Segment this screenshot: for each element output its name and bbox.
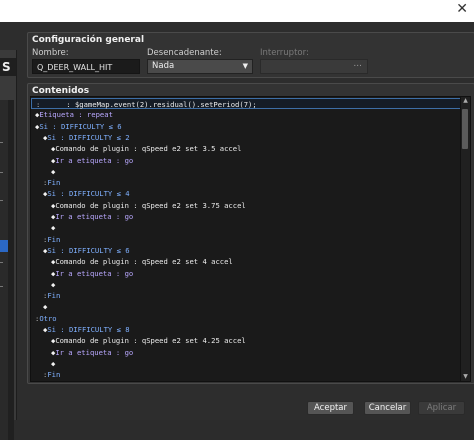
command-text: qSpeed e2 set 4 accel — [141, 257, 233, 267]
general-settings-group: Configuración general Nombre: Q_DEER_WAL… — [27, 32, 474, 78]
accept-button[interactable]: Aceptar — [307, 401, 354, 415]
event-command-line[interactable]: ◆Si : DIFFICULTY ≤ 4 — [31, 188, 470, 199]
switch-browse-button: ... — [353, 59, 362, 69]
scroll-thumb[interactable] — [462, 109, 468, 149]
event-command-line[interactable]: ◆ — [31, 166, 470, 177]
command-text: Fin — [47, 370, 61, 380]
command-diamond-icon: ◆ — [51, 279, 56, 289]
command-text: Si : DIFFICULTY ≤ 6 — [39, 121, 122, 131]
name-field[interactable]: Q_DEER_WALL_HIT — [32, 59, 140, 74]
left-scrollbar[interactable] — [8, 100, 14, 440]
command-text: Si : DIFFICULTY ≤ 6 — [47, 245, 130, 255]
event-command-line[interactable]: ◆Comando de plugin : qSpeed e2 set 4 acc… — [31, 256, 470, 267]
close-icon[interactable]: ✕ — [456, 1, 468, 17]
event-command-line[interactable]: ◆Si : DIFFICULTY ≤ 6 — [31, 245, 470, 256]
event-command-line[interactable]: :Fin — [31, 290, 470, 301]
left-list-tick — [0, 142, 3, 143]
event-command-line[interactable]: ◆Ir a etiqueta : go — [31, 347, 470, 358]
command-text: Comando de plugin : — [55, 336, 142, 346]
left-panel-heading: S — [0, 58, 16, 76]
contents-title: Contenidos — [32, 86, 90, 96]
name-label: Nombre: — [32, 48, 69, 58]
window-titlebar: ✕ — [0, 0, 474, 22]
event-command-line[interactable]: ◆Si : DIFFICULTY ≤ 2 — [31, 132, 470, 143]
command-text: Si : DIFFICULTY ≤ 8 — [47, 325, 130, 334]
contents-list-inner: : : $gameMap.event(2).residual().setPeri… — [31, 97, 461, 381]
event-command-line[interactable]: ◆ — [31, 301, 470, 312]
command-text: Comando de plugin : — [55, 257, 142, 267]
event-command-line[interactable]: ◆ — [31, 222, 470, 233]
trigger-select-value: Nada — [152, 61, 175, 71]
switch-label: Interruptor: — [260, 48, 309, 58]
command-text: qSpeed e2 set 4.25 accel — [141, 336, 246, 346]
command-diamond-icon: ◆ — [43, 302, 48, 312]
contents-list[interactable]: : : $gameMap.event(2).residual().setPeri… — [30, 96, 471, 382]
command-text: Fin — [47, 234, 61, 244]
command-text: Si : DIFFICULTY ≤ 4 — [47, 189, 130, 199]
event-command-line[interactable]: ◆Etiqueta : repeat — [31, 109, 465, 120]
command-text: Comando de plugin : — [55, 144, 142, 154]
chevron-down-icon: ▼ — [242, 62, 248, 70]
general-settings-title: Configuración general — [32, 35, 145, 45]
cancel-button[interactable]: Cancelar — [364, 401, 411, 415]
left-list-tick — [0, 286, 3, 287]
command-text: : $gameMap.event(2).residual().setPeriod… — [40, 100, 257, 109]
event-command-line[interactable]: ◆Comando de plugin : qSpeed e2 set 3.5 a… — [31, 143, 470, 154]
command-diamond-icon: ◆ — [51, 358, 56, 368]
command-text: Comando de plugin : — [55, 200, 142, 210]
event-command-line[interactable]: :Otro — [31, 313, 465, 324]
command-text: Ir a etiqueta : go — [55, 268, 134, 278]
event-command-line[interactable]: ◆Ir a etiqueta : go — [31, 211, 470, 222]
event-editor: S Configuración general Nombre: Q_DEER_W… — [0, 22, 474, 440]
contents-scrollbar[interactable]: ▲ ▼ — [460, 97, 470, 381]
left-list-tick — [0, 200, 3, 201]
apply-button: Aplicar — [418, 401, 465, 415]
command-text: Si : DIFFICULTY ≤ 2 — [47, 132, 130, 142]
command-text: Ir a etiqueta : go — [55, 155, 134, 165]
trigger-label: Desencadenante: — [147, 48, 222, 58]
left-list-selected-item[interactable] — [0, 240, 8, 252]
event-command-line[interactable]: ◆Comando de plugin : qSpeed e2 set 3.75 … — [31, 200, 470, 211]
left-list[interactable] — [0, 100, 8, 440]
command-text: Etiqueta : repeat — [39, 110, 113, 120]
command-text: Ir a etiqueta : go — [55, 347, 134, 357]
left-panel: S — [0, 50, 17, 440]
event-command-line[interactable]: :Fin — [31, 234, 470, 245]
command-text: qSpeed e2 set 3.5 accel — [141, 144, 242, 154]
event-command-line[interactable]: ◆Comando de plugin : qSpeed e2 set 4.25 … — [31, 335, 470, 346]
event-command-line[interactable]: ◆ — [31, 279, 470, 290]
trigger-select[interactable]: Nada ▼ — [147, 59, 253, 74]
command-text: qSpeed e2 set 3.75 accel — [141, 200, 246, 210]
event-command-line[interactable]: :Fin — [31, 177, 470, 188]
event-command-line[interactable]: ◆Ir a etiqueta : go — [31, 268, 470, 279]
command-diamond-icon: ◆ — [51, 223, 56, 233]
contents-group: Contenidos : : $gameMap.event(2).residua… — [27, 83, 474, 384]
event-command-line[interactable]: ◆Ir a etiqueta : go — [31, 155, 470, 166]
command-diamond-icon: ◆ — [51, 166, 56, 176]
command-text: Fin — [47, 178, 61, 188]
left-list-tick — [0, 172, 3, 173]
command-text: Ir a etiqueta : go — [55, 212, 134, 221]
event-command-line[interactable]: ◆Si : DIFFICULTY ≤ 8 — [31, 324, 470, 335]
scroll-down-icon[interactable]: ▼ — [461, 373, 470, 381]
switch-field: ... — [260, 59, 368, 74]
scroll-up-icon[interactable]: ▲ — [461, 97, 470, 105]
event-command-line[interactable]: ◆Si : DIFFICULTY ≤ 6 — [31, 121, 465, 132]
event-command-line[interactable]: ◆ — [31, 358, 470, 369]
left-list-tick — [0, 262, 3, 263]
event-command-line[interactable]: :Fin — [31, 369, 470, 380]
event-command-line[interactable]: : : $gameMap.event(2).residual().setPeri… — [31, 98, 461, 110]
command-text: Otro — [39, 313, 57, 323]
command-text: Fin — [47, 291, 61, 301]
